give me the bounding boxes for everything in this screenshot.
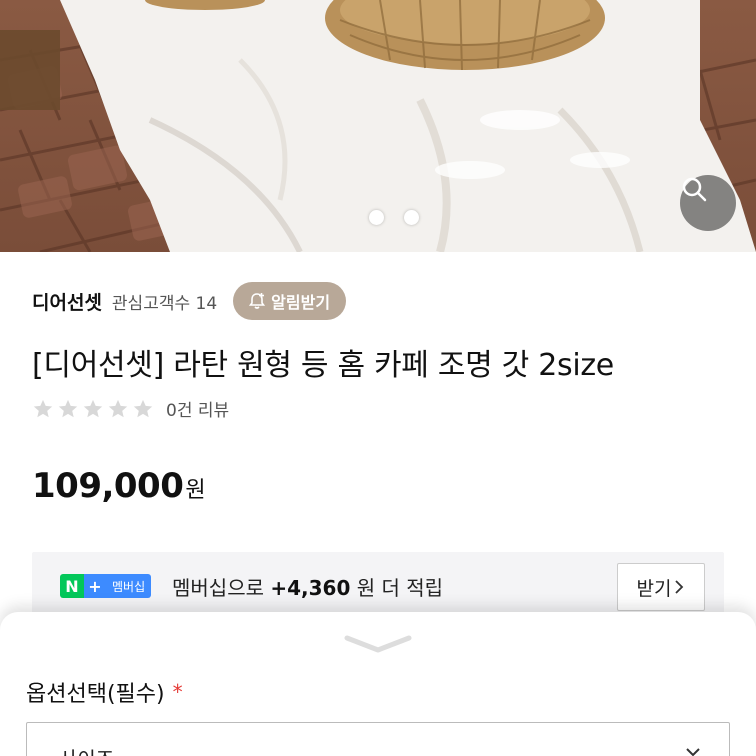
- badge-plus: +: [84, 574, 106, 598]
- review-count: 0건 리뷰: [166, 401, 230, 421]
- membership-text: 멤버십으로 +4,360 원 더 적립: [172, 572, 443, 601]
- star-icon: [108, 399, 128, 417]
- shop-info: 디어선셋 관심고객수 14 알림받기: [32, 282, 347, 320]
- chevron-down-icon[interactable]: [343, 634, 413, 654]
- chevron-down-icon: [686, 748, 700, 756]
- get-label: 받기: [636, 577, 672, 600]
- rating[interactable]: 0건 리뷰: [32, 396, 229, 421]
- badge-n: N: [60, 574, 84, 598]
- star-icon: [83, 399, 103, 417]
- size-select[interactable]: 사이즈: [26, 722, 730, 756]
- badge-label: 멤버십: [106, 574, 152, 598]
- price-amount: 109,000: [32, 466, 184, 506]
- price-unit: 원: [185, 478, 206, 503]
- product-price: 109,000 원: [32, 466, 206, 506]
- notify-button[interactable]: 알림받기: [233, 282, 347, 320]
- get-benefit-button[interactable]: 받기: [617, 563, 705, 611]
- option-sheet: 옵션선택(필수) * 사이즈: [0, 612, 756, 756]
- option-label: 옵션선택(필수) *: [26, 676, 183, 708]
- search-icon: [682, 177, 707, 202]
- product-title: [디어선셋] 라탄 원형 등 홈 카페 조명 갓 2size: [32, 348, 614, 383]
- membership-prefix: 멤버십으로: [172, 576, 264, 600]
- pager-dot[interactable]: [404, 210, 419, 225]
- image-pager-dots: [369, 210, 419, 225]
- bell-plus-icon: [249, 293, 266, 309]
- star-rating: [32, 398, 154, 420]
- star-icon: [133, 399, 153, 417]
- chevron-right-icon: [675, 580, 684, 594]
- membership-benefit: N + 멤버십 멤버십으로 +4,360 원 더 적립 받기: [32, 552, 724, 618]
- pager-dot[interactable]: [369, 210, 384, 225]
- select-text: 사이즈: [59, 743, 114, 756]
- shop-name[interactable]: 디어선셋: [32, 288, 102, 315]
- naver-membership-badge: N + 멤버십: [60, 574, 152, 598]
- star-icon: [33, 399, 53, 417]
- product-image[interactable]: [0, 0, 756, 252]
- required-mark: *: [172, 680, 183, 704]
- star-icon: [58, 399, 78, 417]
- membership-suffix: 원 더 적립: [356, 576, 444, 600]
- option-label-text: 옵션선택(필수): [26, 682, 165, 707]
- interest-count: 관심고객수 14: [111, 293, 218, 314]
- zoom-button[interactable]: [680, 175, 736, 231]
- membership-amount: +4,360: [270, 576, 351, 600]
- notify-label: 알림받기: [271, 293, 331, 312]
